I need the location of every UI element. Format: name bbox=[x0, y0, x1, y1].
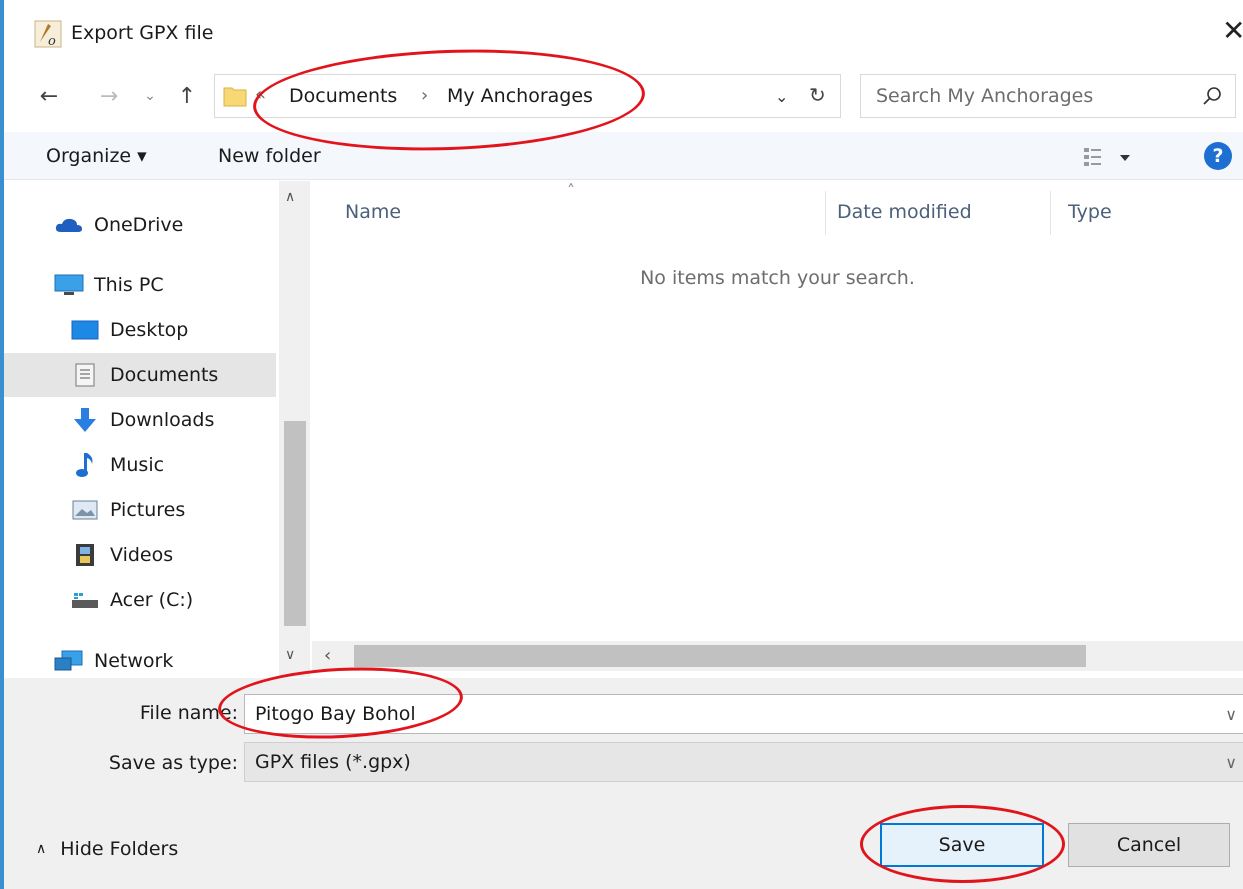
save-form: File name: Pitogo Bay Bohol ∨ Save as ty… bbox=[4, 678, 1243, 889]
cancel-button[interactable]: Cancel bbox=[1068, 823, 1230, 867]
nav-item-music[interactable]: Music bbox=[70, 443, 276, 487]
scroll-down-icon[interactable]: ∨ bbox=[285, 647, 295, 663]
chevron-up-icon: ∧ bbox=[36, 841, 47, 857]
nav-item-this-pc[interactable]: This PC bbox=[54, 263, 276, 307]
up-button[interactable]: ↑ bbox=[172, 80, 202, 112]
column-header-date-modified[interactable]: Date modified bbox=[837, 201, 972, 223]
sort-ascending-icon: ˄ bbox=[567, 181, 575, 200]
column-header-name[interactable]: Name bbox=[345, 201, 401, 223]
nav-item-label: Pictures bbox=[110, 499, 186, 521]
nav-item-label: Acer (C:) bbox=[110, 589, 194, 611]
title-bar: o Export GPX file ✕ bbox=[4, 0, 1243, 70]
navigation-pane: OneDrive This PC Desktop Documents Downl… bbox=[4, 181, 310, 677]
nav-item-videos[interactable]: Videos bbox=[70, 533, 276, 577]
download-arrow-icon bbox=[70, 407, 100, 433]
nav-item-desktop[interactable]: Desktop bbox=[70, 308, 276, 352]
view-options-icon[interactable] bbox=[1080, 144, 1140, 170]
organize-menu[interactable]: Organize ▾ bbox=[46, 145, 147, 167]
cloud-icon bbox=[54, 212, 84, 238]
close-icon[interactable]: ✕ bbox=[1222, 16, 1243, 46]
forward-button[interactable]: → bbox=[94, 80, 124, 112]
column-divider[interactable] bbox=[825, 191, 826, 235]
nav-item-onedrive[interactable]: OneDrive bbox=[54, 203, 276, 247]
file-name-field[interactable]: Pitogo Bay Bohol ∨ bbox=[244, 694, 1243, 734]
horizontal-scrollbar[interactable]: ‹ bbox=[312, 641, 1243, 671]
address-dropdown-icon[interactable]: ⌄ bbox=[775, 87, 788, 106]
music-note-icon bbox=[70, 452, 100, 478]
app-icon: o bbox=[34, 20, 62, 48]
nav-item-label: This PC bbox=[94, 274, 164, 296]
documents-icon bbox=[70, 362, 100, 388]
column-divider[interactable] bbox=[1050, 191, 1051, 235]
nav-item-label: Downloads bbox=[110, 409, 215, 431]
help-icon[interactable]: ? bbox=[1204, 142, 1232, 170]
save-type-value: GPX files (*.gpx) bbox=[255, 751, 411, 773]
nav-item-label: Network bbox=[94, 650, 174, 672]
chevron-down-icon[interactable]: ∨ bbox=[1225, 705, 1237, 724]
nav-item-network[interactable]: Network bbox=[54, 639, 276, 683]
file-list: ˄ Name Date modified Type No items match… bbox=[312, 181, 1243, 677]
recent-locations-button[interactable]: ⌄ bbox=[140, 80, 160, 112]
search-input[interactable]: Search My Anchorages bbox=[860, 74, 1236, 118]
nav-item-downloads[interactable]: Downloads bbox=[70, 398, 276, 442]
breadcrumb-documents[interactable]: Documents bbox=[289, 85, 397, 107]
svg-text:o: o bbox=[48, 34, 56, 48]
desktop-icon bbox=[70, 317, 100, 343]
empty-message: No items match your search. bbox=[640, 267, 915, 289]
drive-icon bbox=[70, 587, 100, 613]
breadcrumb-separator-icon: › bbox=[421, 85, 429, 106]
search-placeholder: Search My Anchorages bbox=[876, 85, 1094, 107]
refresh-icon[interactable]: ↻ bbox=[809, 83, 826, 107]
scroll-thumb[interactable] bbox=[354, 645, 1086, 667]
nav-item-label: OneDrive bbox=[94, 214, 184, 236]
nav-item-label: Documents bbox=[110, 364, 219, 386]
address-bar[interactable]: « Documents › My Anchorages ⌄ ↻ bbox=[214, 74, 841, 118]
back-button[interactable]: ← bbox=[34, 80, 64, 112]
chevron-down-icon[interactable]: ∨ bbox=[1225, 753, 1237, 772]
search-icon[interactable] bbox=[1201, 85, 1223, 107]
nav-scrollbar[interactable]: ∧ ∨ bbox=[279, 181, 310, 677]
scroll-up-icon[interactable]: ∧ bbox=[285, 189, 295, 205]
network-icon bbox=[54, 648, 84, 674]
folder-icon bbox=[223, 87, 247, 107]
hide-folders-label: Hide Folders bbox=[60, 838, 179, 860]
nav-item-label: Music bbox=[110, 454, 165, 476]
nav-item-label: Desktop bbox=[110, 319, 189, 341]
nav-item-pictures[interactable]: Pictures bbox=[70, 488, 276, 532]
save-type-select[interactable]: GPX files (*.gpx) ∨ bbox=[244, 742, 1243, 782]
command-bar: Organize ▾ New folder ? bbox=[4, 132, 1243, 180]
scroll-left-icon[interactable]: ‹ bbox=[324, 645, 331, 666]
computer-icon bbox=[54, 272, 84, 298]
column-header-type[interactable]: Type bbox=[1068, 201, 1112, 223]
overflow-icon[interactable]: « bbox=[255, 84, 266, 105]
film-icon bbox=[70, 542, 100, 568]
hide-folders-button[interactable]: ∧ Hide Folders bbox=[36, 838, 178, 860]
scroll-thumb[interactable] bbox=[284, 421, 306, 626]
file-name-label: File name: bbox=[139, 702, 238, 724]
window-title: Export GPX file bbox=[71, 22, 214, 44]
breadcrumb-my-anchorages[interactable]: My Anchorages bbox=[447, 85, 593, 107]
save-type-label: Save as type: bbox=[108, 752, 238, 774]
new-folder-button[interactable]: New folder bbox=[218, 145, 321, 167]
save-button[interactable]: Save bbox=[880, 823, 1044, 867]
nav-item-acer-c[interactable]: Acer (C:) bbox=[70, 578, 276, 622]
file-name-value: Pitogo Bay Bohol bbox=[255, 703, 416, 725]
nav-item-documents[interactable]: Documents bbox=[4, 353, 276, 397]
pictures-icon bbox=[70, 497, 100, 523]
nav-item-label: Videos bbox=[110, 544, 174, 566]
